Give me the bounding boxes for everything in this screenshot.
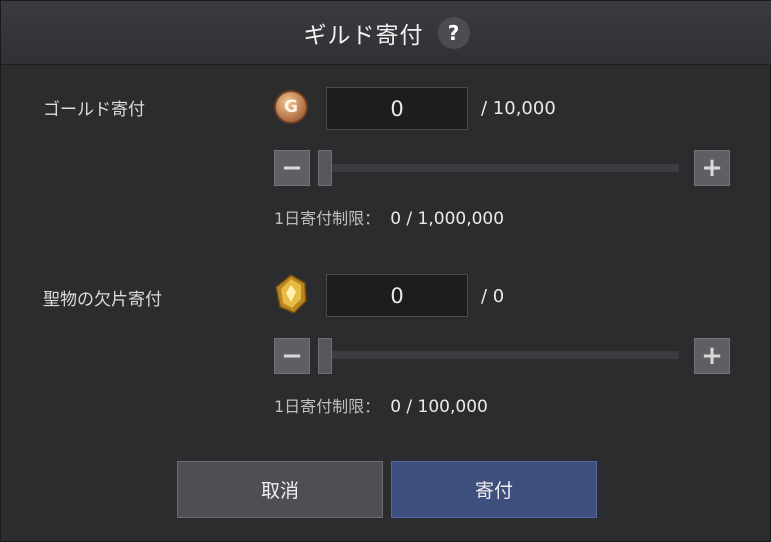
gold-daily-limit: 1日寄付制限： 0 / 1,000,000 <box>274 205 504 229</box>
relic-daily-limit: 1日寄付制限： 0 / 100,000 <box>274 393 488 417</box>
gold-coin-letter: G <box>284 97 298 117</box>
help-icon[interactable]: ? <box>437 16 470 49</box>
relic-daily-limit-label: 1日寄付制限： <box>274 397 381 416</box>
guild-donation-dialog: ギルド寄付 ? ゴールド寄付 G 0 / 10,000 − + 1日寄付制限： 0… <box>0 0 771 542</box>
gold-daily-limit-value: 0 / 1,000,000 <box>390 209 505 229</box>
relic-minus-button[interactable]: − <box>274 338 310 374</box>
relic-daily-limit-value: 0 / 100,000 <box>390 397 488 417</box>
relic-fragment-icon <box>275 274 307 314</box>
dialog-title: ギルド寄付 <box>303 22 424 49</box>
relic-slider-track[interactable] <box>319 351 679 359</box>
relic-plus-button[interactable]: + <box>694 338 730 374</box>
dialog-header: ギルド寄付 ? <box>1 1 771 65</box>
gold-coin-icon: G <box>274 90 308 124</box>
gold-slider-track[interactable] <box>319 164 679 172</box>
cancel-button[interactable]: 取消 <box>177 461 383 518</box>
gold-minus-button[interactable]: − <box>274 150 310 186</box>
gold-slider-thumb[interactable] <box>318 150 332 186</box>
gold-amount-input[interactable]: 0 <box>326 87 468 130</box>
gold-plus-button[interactable]: + <box>694 150 730 186</box>
relic-amount-input[interactable]: 0 <box>326 274 468 317</box>
gold-daily-limit-label: 1日寄付制限： <box>274 209 381 228</box>
donate-button[interactable]: 寄付 <box>391 461 597 518</box>
relic-slider-thumb[interactable] <box>318 338 332 374</box>
gold-donation-label: ゴールド寄付 <box>43 100 145 120</box>
gold-max-amount: / 10,000 <box>481 98 556 119</box>
relic-donation-label: 聖物の欠片寄付 <box>43 290 162 310</box>
relic-max-amount: / 0 <box>481 286 505 307</box>
